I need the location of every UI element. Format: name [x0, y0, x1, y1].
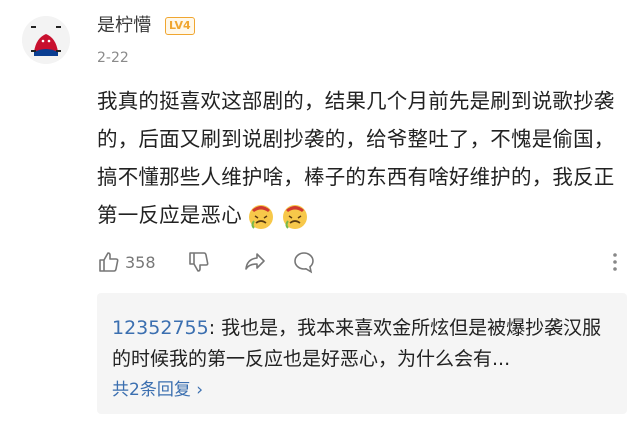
- user-avatar[interactable]: [22, 16, 70, 64]
- reply-preview: 12352755: 我也是，我本来喜欢金所炫但是被爆抄袭汉服的时候我的第一反应也…: [112, 317, 602, 370]
- dislike-button[interactable]: [187, 250, 211, 274]
- thumbs-down-icon: [189, 252, 209, 272]
- like-count: 358: [125, 252, 156, 272]
- vomit-emoji-icon: [282, 205, 307, 229]
- more-options-button[interactable]: [603, 250, 627, 274]
- share-button[interactable]: [243, 250, 267, 274]
- comment-icon: [294, 252, 314, 274]
- level-badge: LV4: [165, 17, 195, 35]
- thumbs-up-icon: [99, 252, 119, 272]
- reply-button[interactable]: [292, 250, 316, 274]
- username[interactable]: 是柠懵: [97, 15, 151, 37]
- more-icon: [613, 253, 617, 271]
- comment-text-block: 我真的挺喜欢这部剧的，结果几个月前先是刷到说歌抄袭的，后面又刷到说剧抄袭的，给爷…: [97, 82, 627, 234]
- reply-preview-box[interactable]: 12352755: 我也是，我本来喜欢金所炫但是被爆抄袭汉服的时候我的第一反应也…: [97, 293, 627, 414]
- comment-actions: 358: [97, 250, 627, 278]
- vomit-emoji-icon: [248, 205, 273, 229]
- share-icon: [245, 253, 265, 270]
- see-all-replies-label: 共2条回复: [112, 380, 191, 400]
- chevron-right-icon: ›: [196, 380, 204, 400]
- see-all-replies-link[interactable]: 共2条回复 ›: [112, 375, 203, 400]
- comment-text: 我真的挺喜欢这部剧的，结果几个月前先是刷到说歌抄袭的，后面又刷到说剧抄袭的，给爷…: [97, 89, 615, 227]
- like-button[interactable]: 358: [97, 250, 156, 274]
- reply-author[interactable]: 12352755: [112, 317, 209, 339]
- comment-date: 2-22: [97, 50, 129, 66]
